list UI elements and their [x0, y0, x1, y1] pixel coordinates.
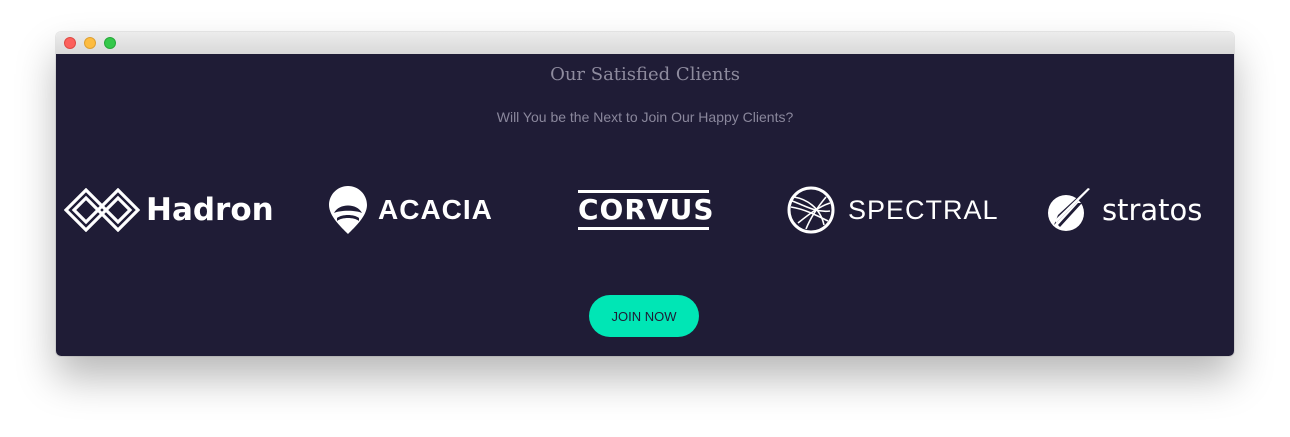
client-logo-corvus: CORVUS: [578, 182, 715, 238]
spectral-logo-icon: [787, 186, 835, 234]
client-logos: Hadron ACACIA CORVUS SPECTRAL stratos: [56, 182, 1234, 238]
browser-window: Our Satisfied Clients Will You be the Ne…: [56, 32, 1234, 356]
client-name: Hadron: [146, 192, 274, 228]
client-logo-stratos: stratos: [1044, 182, 1202, 238]
clients-section: Our Satisfied Clients Will You be the Ne…: [56, 54, 1234, 356]
corvus-bottom-bar: [578, 227, 709, 230]
hadron-logo-icon: [64, 188, 140, 232]
section-title: Our Satisfied Clients: [550, 64, 740, 85]
client-name: stratos: [1102, 193, 1203, 227]
stratos-logo-icon: [1048, 188, 1090, 231]
client-logo-spectral: SPECTRAL: [786, 182, 999, 238]
join-now-button[interactable]: JOIN NOW: [589, 295, 699, 337]
close-window-button[interactable]: [64, 37, 76, 49]
window-titlebar: [56, 32, 1234, 55]
client-name: CORVUS: [578, 193, 715, 226]
client-name: SPECTRAL: [848, 194, 999, 225]
client-name: ACACIA: [378, 194, 493, 225]
minimize-window-button[interactable]: [84, 37, 96, 49]
client-logo-hadron: Hadron: [64, 182, 274, 238]
maximize-window-button[interactable]: [104, 37, 116, 49]
section-subtitle: Will You be the Next to Join Our Happy C…: [496, 109, 794, 125]
acacia-logo-icon: [329, 186, 367, 234]
client-logo-acacia: ACACIA: [328, 182, 493, 238]
